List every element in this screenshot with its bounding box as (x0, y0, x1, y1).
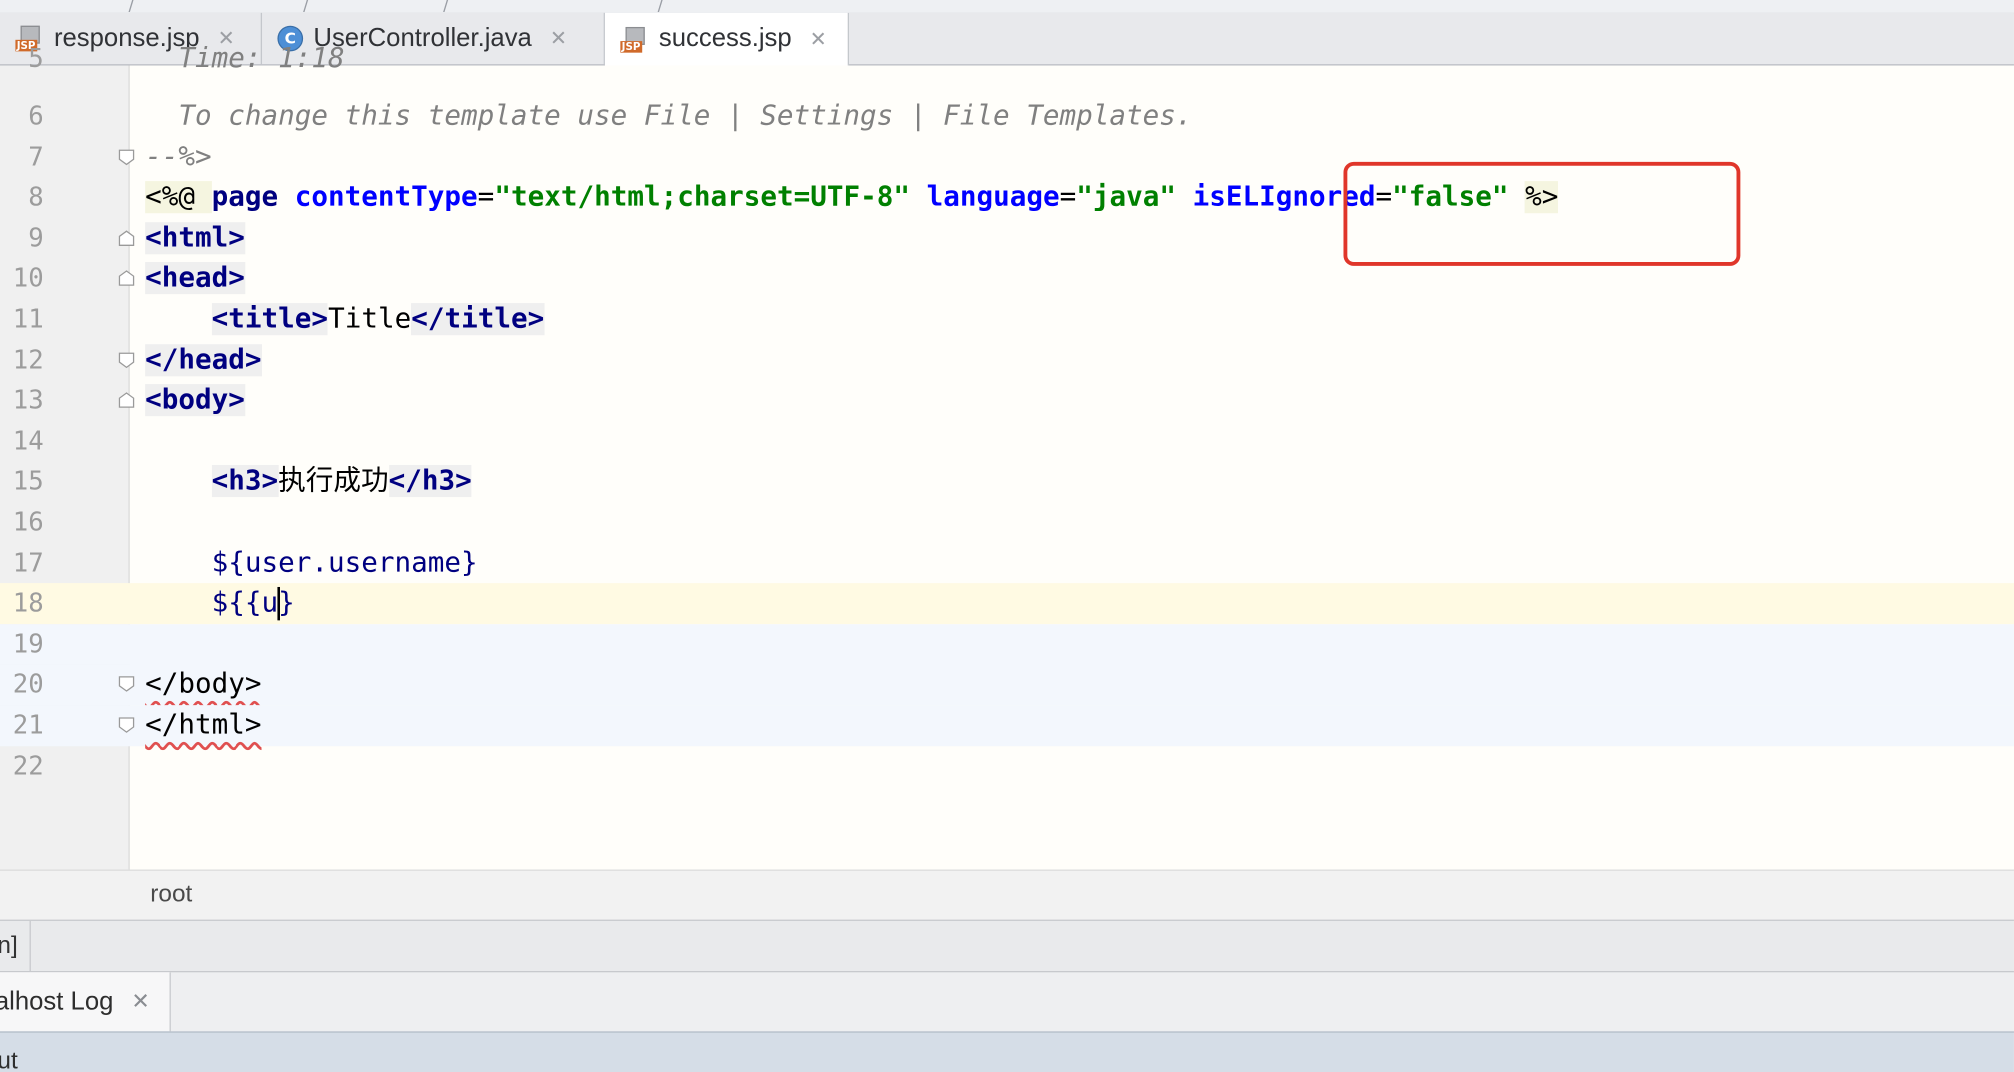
fold-start-icon[interactable] (118, 230, 135, 247)
line-number: 6 (28, 100, 44, 132)
code-text: <title>Title</title> (211, 303, 545, 336)
code-line: 22 (0, 746, 2014, 787)
tab-localhost-log[interactable]: alhost Log ✕ (0, 972, 171, 1032)
attribute-value: "text/html;charset=UTF-8" (494, 181, 910, 214)
line-number: 7 (28, 140, 44, 172)
code-text: <head> (145, 262, 245, 295)
line-number: 20 (12, 668, 44, 700)
code-line: 17 ${user.username} (0, 543, 2014, 584)
tag-name: head (178, 343, 245, 376)
close-icon[interactable]: ✕ (131, 989, 149, 1015)
attribute-name: contentType (294, 181, 478, 214)
code-line: 15 <h3>执行成功</h3> (0, 462, 2014, 503)
code-line: 6 To change this template use File | Set… (0, 96, 2014, 137)
code-line: 13 <body> (0, 380, 2014, 421)
tool-window-header: n] (0, 919, 2014, 972)
line-number: 12 (12, 343, 44, 375)
tag-name: html (161, 221, 229, 255)
line-number: 14 (12, 424, 44, 456)
code-text: <body> (145, 384, 245, 417)
fold-end-icon[interactable] (118, 351, 135, 368)
code-line-current: 18 ${{u} (0, 583, 2014, 624)
breadcrumb: root (0, 869, 2014, 920)
fold-start-icon[interactable] (118, 270, 135, 287)
tag-name: head (161, 262, 229, 295)
code-text: To change this template use File | Setti… (145, 100, 1193, 133)
fold-end-icon[interactable] (118, 676, 135, 693)
fold-start-icon[interactable] (118, 392, 135, 409)
tag-name: title (444, 303, 528, 336)
directive-name: page (211, 181, 295, 214)
code-line: 11 <title>Title</title> (0, 299, 2014, 340)
line-number: 9 (28, 221, 44, 253)
breadcrumb-item[interactable]: root (150, 881, 192, 909)
tag-content: Title (328, 303, 412, 336)
line-number: 21 (12, 708, 44, 740)
code-text: </body> (145, 668, 262, 701)
code-line: 20 </body> (0, 664, 2014, 706)
line-number: 5 (28, 42, 44, 74)
code-line: 12 </head> (0, 340, 2014, 381)
line-number: 15 (12, 465, 44, 497)
code-line: 21 </html> (0, 705, 2014, 746)
tag-name: body (161, 384, 229, 417)
attribute-name: language (926, 181, 1060, 214)
tag-name: h3 (421, 465, 456, 498)
line-number: 11 (12, 303, 44, 334)
code-text: </html> (145, 708, 262, 742)
code-text: --%> (145, 140, 212, 173)
code-line: 14 (0, 421, 2014, 462)
fold-end-icon[interactable] (118, 148, 135, 165)
tab-label: alhost Log (0, 987, 114, 1016)
code-text: <html> (145, 221, 245, 255)
line-number: 17 (12, 546, 44, 578)
el-expression: ${{u (211, 587, 279, 620)
code-line: 5 Time: 1:18 (0, 39, 2014, 80)
ide-window: / / / / JSP response.jsp ✕ C UserControl… (0, 0, 2014, 1072)
line-number: 18 (12, 587, 44, 619)
fold-end-icon[interactable] (118, 717, 135, 734)
line-number: 13 (12, 384, 44, 416)
line-number: 22 (12, 749, 44, 781)
tag-content: 执行成功 (278, 465, 389, 498)
annotation-highlight-box (1343, 161, 1741, 266)
line-number: 10 (12, 262, 44, 294)
code-text: Time: 1:18 (145, 42, 345, 75)
status-text: ut (0, 1048, 18, 1072)
attribute-value: "java" (1076, 181, 1177, 214)
code-line: 19 (0, 623, 2014, 665)
el-expression: } (278, 587, 295, 620)
code-text: </head> (145, 343, 262, 376)
directive-open: <%@ (145, 181, 212, 214)
status-bar: ut (0, 1031, 2014, 1072)
el-expression: ${user.username} (211, 546, 478, 579)
line-number: 19 (12, 627, 44, 659)
log-tab-bar: alhost Log ✕ (0, 971, 2014, 1032)
tool-window-stub[interactable]: n] (0, 920, 31, 972)
tag-name: title (228, 303, 312, 336)
line-number: 8 (28, 181, 44, 213)
line-number: 16 (12, 506, 44, 537)
code-line: 16 (0, 502, 2014, 543)
code-text: ${{u} (145, 583, 295, 624)
code-text: <h3>执行成功</h3> (211, 465, 472, 498)
code-text: ${user.username} (145, 543, 478, 584)
tag-name: h3 (228, 465, 262, 498)
